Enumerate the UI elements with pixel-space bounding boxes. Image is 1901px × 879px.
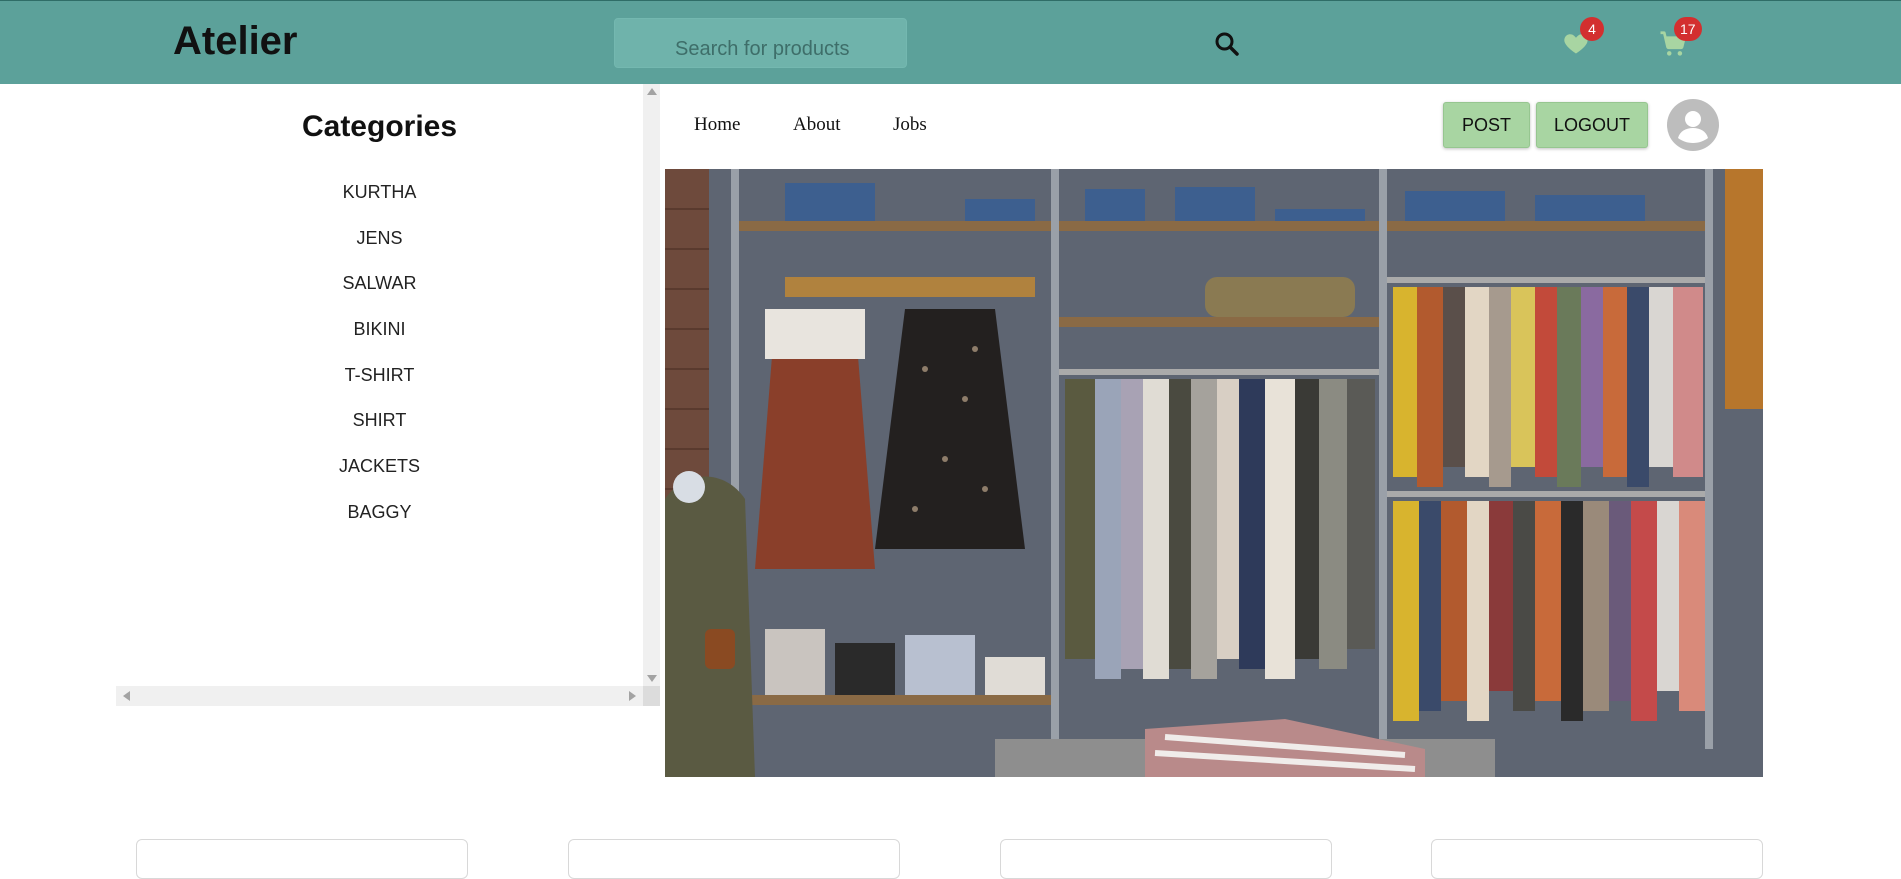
cart-button[interactable]: 17 bbox=[1658, 17, 1702, 61]
product-card[interactable] bbox=[136, 839, 468, 879]
category-item-jackets[interactable]: JACKETS bbox=[116, 456, 643, 502]
vertical-scrollbar[interactable] bbox=[643, 84, 660, 686]
top-header: Atelier 4 17 bbox=[0, 0, 1901, 84]
product-card[interactable] bbox=[1431, 839, 1763, 879]
wishlist-count-badge: 4 bbox=[1580, 17, 1604, 41]
scroll-down-arrow-icon[interactable] bbox=[647, 675, 657, 682]
logout-button[interactable]: LOGOUT bbox=[1536, 102, 1648, 148]
nav-link-home[interactable]: Home bbox=[694, 114, 740, 136]
scroll-right-arrow-icon[interactable] bbox=[629, 691, 636, 701]
categories-panel: Categories KURTHA JENS SALWAR BIKINI T-S… bbox=[116, 84, 664, 706]
product-card[interactable] bbox=[1000, 839, 1332, 879]
category-list: KURTHA JENS SALWAR BIKINI T-SHIRT SHIRT … bbox=[116, 182, 643, 548]
search-input[interactable] bbox=[614, 18, 907, 68]
search-button[interactable] bbox=[1212, 29, 1242, 59]
category-item-bikini[interactable]: BIKINI bbox=[116, 319, 643, 365]
category-item-kurtha[interactable]: KURTHA bbox=[116, 182, 643, 228]
nav-link-about[interactable]: About bbox=[793, 114, 841, 136]
category-item-baggy[interactable]: BAGGY bbox=[116, 502, 643, 548]
nav-link-jobs[interactable]: Jobs bbox=[893, 114, 927, 136]
clothing-store-illustration bbox=[665, 169, 1763, 777]
post-button[interactable]: POST bbox=[1443, 102, 1530, 148]
category-item-t-shirt[interactable]: T-SHIRT bbox=[116, 365, 643, 411]
user-avatar-icon bbox=[1678, 111, 1708, 143]
scrollbar-corner bbox=[643, 686, 660, 706]
category-item-jens[interactable]: JENS bbox=[116, 228, 643, 274]
hero-image bbox=[665, 169, 1763, 777]
scroll-up-arrow-icon[interactable] bbox=[647, 88, 657, 95]
product-card[interactable] bbox=[568, 839, 900, 879]
avatar[interactable] bbox=[1667, 99, 1719, 151]
scroll-left-arrow-icon[interactable] bbox=[123, 691, 130, 701]
search-icon bbox=[1215, 32, 1239, 56]
category-item-salwar[interactable]: SALWAR bbox=[116, 273, 643, 319]
horizontal-scrollbar[interactable] bbox=[116, 686, 643, 706]
wishlist-button[interactable]: 4 bbox=[1562, 17, 1604, 61]
categories-title: Categories bbox=[301, 110, 458, 143]
cart-count-badge: 17 bbox=[1674, 17, 1702, 41]
category-item-shirt[interactable]: SHIRT bbox=[116, 410, 643, 456]
brand-logo[interactable]: Atelier bbox=[173, 19, 298, 64]
